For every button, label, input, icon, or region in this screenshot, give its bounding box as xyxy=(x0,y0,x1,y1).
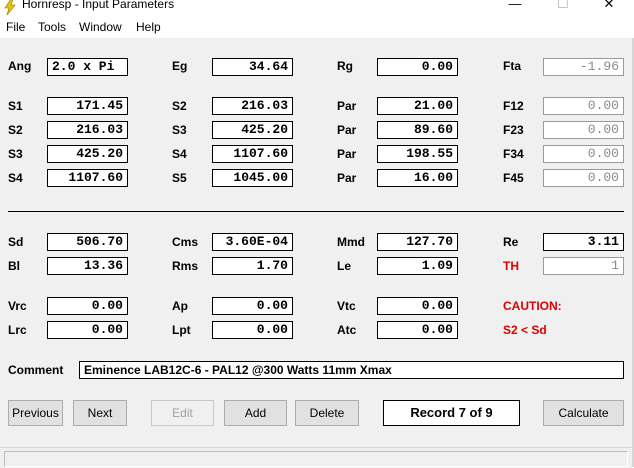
le-field[interactable]: 1.09 xyxy=(377,257,458,275)
mmd-field[interactable]: 127.70 xyxy=(377,233,458,251)
s5-label: S5 xyxy=(172,171,187,185)
status-bar xyxy=(0,447,632,468)
status-field xyxy=(4,451,628,467)
rms-field[interactable]: 1.70 xyxy=(212,257,293,275)
calculate-button[interactable]: Calculate xyxy=(543,400,624,426)
s2-label-upper: S2 xyxy=(172,99,187,113)
menu-bar: File Tools Window Help xyxy=(0,18,634,38)
s2-label: S2 xyxy=(8,123,23,137)
bl-label: Bl xyxy=(8,259,20,273)
window-title: Hornresp - Input Parameters xyxy=(22,0,175,11)
section-divider xyxy=(8,211,624,212)
record-indicator: Record 7 of 9 xyxy=(383,400,520,426)
lightning-bolt-icon xyxy=(4,0,16,15)
le-label: Le xyxy=(337,259,352,273)
s2-field-upper[interactable]: 216.03 xyxy=(212,97,293,115)
f45-label: F45 xyxy=(503,171,524,185)
mmd-label: Mmd xyxy=(337,235,365,249)
ap-field[interactable]: 0.00 xyxy=(212,297,293,315)
comment-field[interactable]: Eminence LAB12C-6 - PAL12 @300 Watts 11m… xyxy=(79,361,624,379)
eg-field[interactable]: 34.64 xyxy=(212,58,293,76)
vrc-field[interactable]: 0.00 xyxy=(47,297,128,315)
atc-label: Atc xyxy=(337,323,357,337)
edit-button: Edit xyxy=(151,400,214,426)
caution-message: S2 < Sd xyxy=(503,323,547,337)
cms-label: Cms xyxy=(172,235,199,249)
re-field[interactable]: 3.11 xyxy=(543,233,624,251)
maximize-button[interactable]: ☐ xyxy=(548,0,578,12)
next-button[interactable]: Next xyxy=(73,400,127,426)
ap-label: Ap xyxy=(172,299,188,313)
par2-field[interactable]: 89.60 xyxy=(377,121,458,139)
sd-field[interactable]: 506.70 xyxy=(47,233,128,251)
par1-label: Par xyxy=(337,99,357,113)
rg-label: Rg xyxy=(337,59,353,73)
f45-field: 0.00 xyxy=(543,169,624,187)
f12-field: 0.00 xyxy=(543,97,624,115)
atc-field[interactable]: 0.00 xyxy=(377,321,458,339)
minimize-button[interactable]: — xyxy=(500,0,530,11)
s4-label-upper: S4 xyxy=(172,147,187,161)
close-button[interactable]: ✕ xyxy=(594,0,624,12)
menu-tools[interactable]: Tools xyxy=(38,20,66,34)
rms-label: Rms xyxy=(172,259,199,273)
vtc-label: Vtc xyxy=(337,299,356,313)
add-button[interactable]: Add xyxy=(224,400,287,426)
title-bar: Hornresp - Input Parameters — ☐ ✕ xyxy=(0,0,634,18)
re-label: Re xyxy=(503,235,519,249)
menu-window[interactable]: Window xyxy=(79,20,122,34)
par1-field[interactable]: 21.00 xyxy=(377,97,458,115)
fta-field: -1.96 xyxy=(543,58,624,76)
s3-field-upper[interactable]: 425.20 xyxy=(212,121,293,139)
vtc-field[interactable]: 0.00 xyxy=(377,297,458,315)
par2-label: Par xyxy=(337,123,357,137)
ang-label: Ang xyxy=(8,59,32,73)
s3-label-upper: S3 xyxy=(172,123,187,137)
fta-label: Fta xyxy=(503,59,521,73)
menu-file[interactable]: File xyxy=(6,20,25,34)
par3-label: Par xyxy=(337,147,357,161)
comment-label: Comment xyxy=(8,363,64,377)
s4-field[interactable]: 1107.60 xyxy=(47,169,128,187)
delete-button[interactable]: Delete xyxy=(295,400,359,426)
s1-label: S1 xyxy=(8,99,23,113)
cms-field[interactable]: 3.60E-04 xyxy=(212,233,293,251)
s3-field[interactable]: 425.20 xyxy=(47,145,128,163)
menu-help[interactable]: Help xyxy=(136,20,161,34)
par4-field[interactable]: 16.00 xyxy=(377,169,458,187)
s2-field[interactable]: 216.03 xyxy=(47,121,128,139)
s1-field[interactable]: 171.45 xyxy=(47,97,128,115)
f34-label: F34 xyxy=(503,147,524,161)
previous-button[interactable]: Previous xyxy=(8,400,63,426)
f34-field: 0.00 xyxy=(543,145,624,163)
sd-label: Sd xyxy=(8,235,24,249)
eg-label: Eg xyxy=(172,59,188,73)
bl-field[interactable]: 13.36 xyxy=(47,257,128,275)
caution-title: CAUTION: xyxy=(503,299,562,313)
par3-field[interactable]: 198.55 xyxy=(377,145,458,163)
s4-label: S4 xyxy=(8,171,23,185)
f23-label: F23 xyxy=(503,123,524,137)
lpt-field[interactable]: 0.00 xyxy=(212,321,293,339)
th-label: TH xyxy=(503,259,519,273)
ang-field[interactable]: 2.0 x Pi xyxy=(47,58,128,76)
lpt-label: Lpt xyxy=(172,323,191,337)
f23-field: 0.00 xyxy=(543,121,624,139)
rg-field[interactable]: 0.00 xyxy=(377,58,458,76)
th-field: 1 xyxy=(543,257,624,275)
s4-field-upper[interactable]: 1107.60 xyxy=(212,145,293,163)
par4-label: Par xyxy=(337,171,357,185)
lrc-field[interactable]: 0.00 xyxy=(47,321,128,339)
s3-label: S3 xyxy=(8,147,23,161)
lrc-label: Lrc xyxy=(8,323,27,337)
vrc-label: Vrc xyxy=(8,299,27,313)
s5-field[interactable]: 1045.00 xyxy=(212,169,293,187)
f12-label: F12 xyxy=(503,99,524,113)
